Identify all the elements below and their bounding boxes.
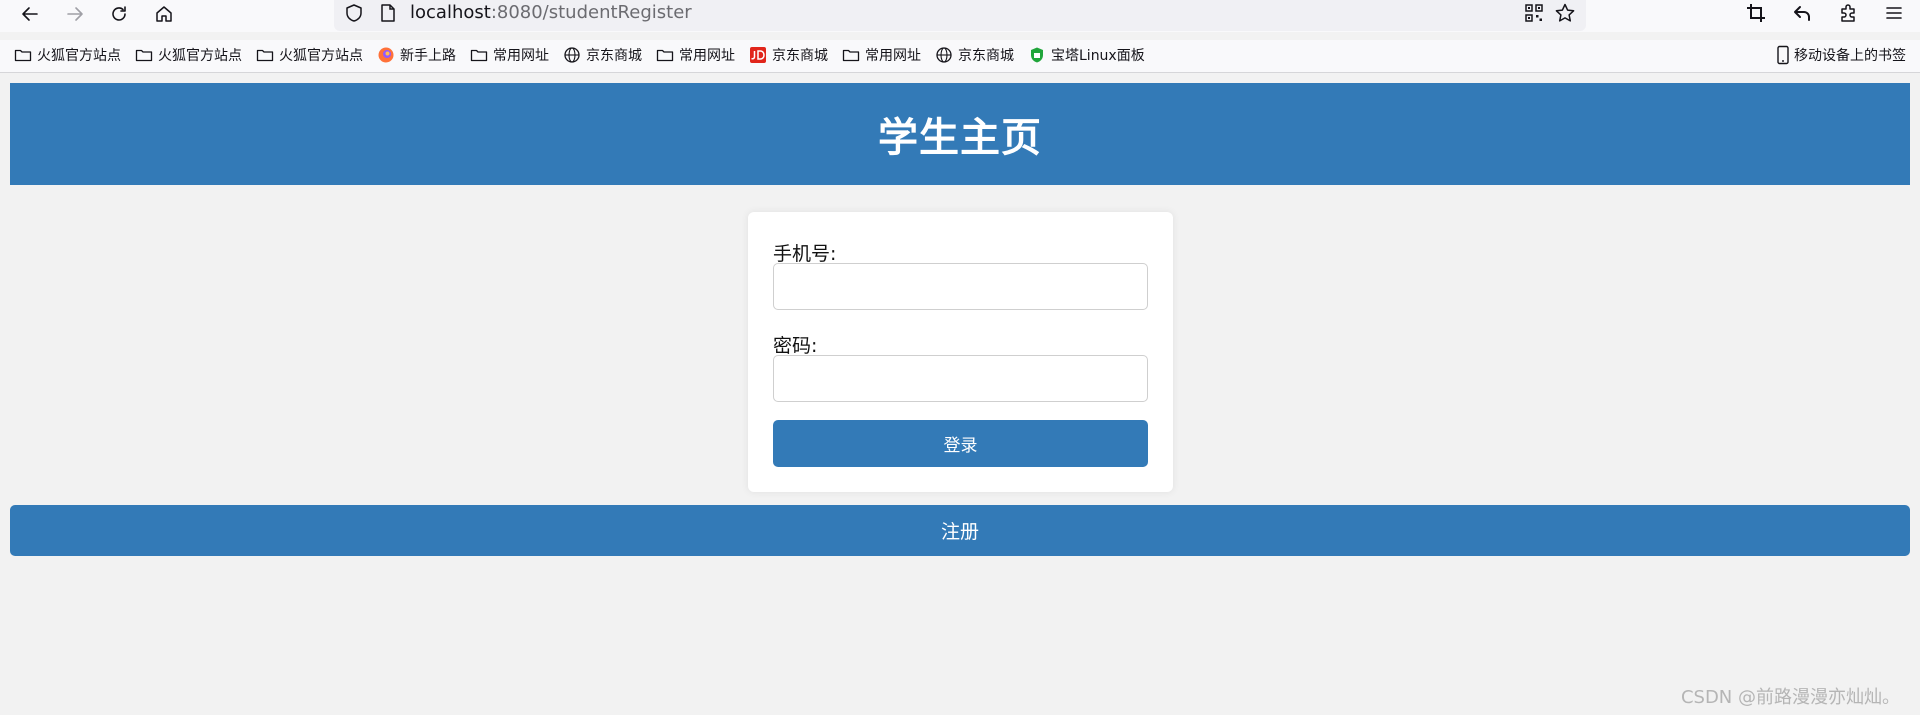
globe-icon [936,47,952,63]
extensions-button[interactable] [1832,0,1864,26]
bookmark-item[interactable]: 常用网址 [842,44,921,66]
shield-icon[interactable] [344,3,364,23]
bookmark-label: 宝塔Linux面板 [1051,48,1145,64]
folder-icon [135,49,153,62]
folder-icon [470,49,488,62]
reload-icon [112,6,126,21]
bookmark-item[interactable]: 宝塔Linux面板 [1028,44,1145,66]
bookmark-label: 常用网址 [679,48,735,64]
screenshot-button[interactable] [1740,0,1772,26]
browser-toolbar: localhost:8080/studentRegister [0,0,1920,32]
mobile-bookmarks[interactable]: 移动设备上的书签 [1776,44,1906,66]
url-bar[interactable]: localhost:8080/studentRegister [334,0,1586,31]
bookmark-label: 火狐官方站点 [158,48,242,64]
bookmark-label: 京东商城 [586,48,642,64]
home-button[interactable] [148,0,180,28]
bookmarks-bar: 火狐官方站点 火狐官方站点 火狐官方站点 新手上路 常用网址 京东商城 常用网址 [0,40,1920,72]
back-button[interactable] [14,0,46,28]
puzzle-icon [1841,4,1855,22]
mobile-bookmarks-label: 移动设备上的书签 [1794,48,1906,64]
bookmark-label: 火狐官方站点 [37,48,121,64]
chrome-divider [0,72,1920,73]
hamburger-icon [1886,7,1902,19]
globe-icon [564,47,580,63]
password-input[interactable] [773,355,1148,402]
folder-icon [656,49,674,62]
undo-icon [1794,6,1810,21]
url-host: localhost [410,2,491,23]
bookmark-item[interactable]: 京东商城 [749,44,828,66]
folder-icon [256,49,274,62]
qr-code-icon[interactable] [1524,3,1544,23]
bookmark-item[interactable]: 京东商城 [563,44,642,66]
page-title: 学生主页 [878,115,1042,161]
login-button[interactable]: 登录 [773,420,1148,467]
bookmark-label: 新手上路 [400,48,456,64]
home-icon [156,6,172,22]
star-icon[interactable] [1554,2,1576,24]
bookmark-item[interactable]: 火狐官方站点 [14,44,121,66]
bookmark-item[interactable]: 常用网址 [656,44,735,66]
bookmark-item[interactable]: 火狐官方站点 [135,44,242,66]
bookmark-label: 京东商城 [772,48,828,64]
bookmark-item[interactable]: 京东商城 [935,44,1014,66]
bookmark-label: 火狐官方站点 [279,48,363,64]
bookmark-item[interactable]: 常用网址 [470,44,549,66]
password-label: 密码: [773,335,818,357]
toolbar-right [1740,0,1910,28]
csdn-watermark: CSDN @前路漫漫亦灿灿。 [1680,687,1900,708]
url-text[interactable]: localhost:8080/studentRegister [410,3,692,23]
mobile-device-icon [1777,45,1789,65]
arrow-left-icon [22,7,38,21]
jd-icon [750,47,766,63]
menu-button[interactable] [1878,0,1910,26]
url-path: :8080/studentRegister [490,2,692,23]
bookmark-item[interactable]: 火狐官方站点 [256,44,363,66]
bookmark-label: 常用网址 [493,48,549,64]
bookmark-label: 京东商城 [958,48,1014,64]
bookmark-list: 火狐官方站点 火狐官方站点 火狐官方站点 新手上路 常用网址 京东商城 常用网址 [14,44,1145,66]
baota-icon [1031,47,1043,63]
crop-icon [1747,4,1765,22]
forward-button[interactable] [59,0,91,28]
bookmark-item[interactable]: 新手上路 [377,44,456,66]
arrow-right-icon [67,7,83,21]
page-header: 学生主页 [10,83,1910,185]
page-icon [381,4,395,22]
folder-icon [842,49,860,62]
bookmark-label: 常用网址 [865,48,921,64]
undo-button[interactable] [1786,0,1818,26]
phone-label: 手机号: [773,243,837,265]
register-button[interactable]: 注册 [10,505,1910,556]
firefox-icon [378,47,394,63]
reload-button[interactable] [103,0,135,28]
phone-input[interactable] [773,263,1148,310]
login-form: 手机号: 密码: 登录 [748,212,1173,492]
folder-icon [14,49,32,62]
